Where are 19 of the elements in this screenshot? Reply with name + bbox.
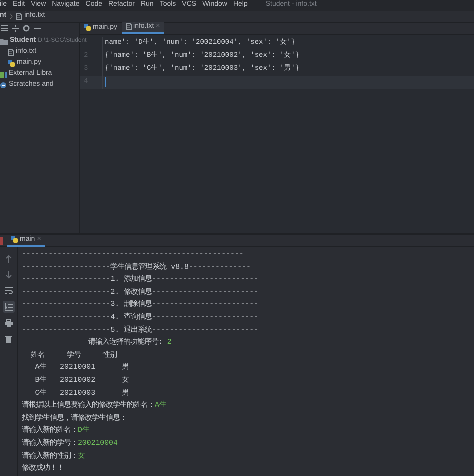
text-cursor <box>105 77 106 88</box>
separator-icon <box>10 13 13 20</box>
text-file-icon <box>126 23 132 30</box>
list-icon[interactable] <box>1 25 8 32</box>
tool-button[interactable] <box>2 333 14 346</box>
tool-button[interactable] <box>2 317 14 330</box>
collapse-icon[interactable] <box>12 25 19 32</box>
python-file-icon <box>84 24 91 32</box>
python-file-icon <box>11 236 18 244</box>
library-icon <box>0 70 7 78</box>
settings-icon[interactable] <box>23 25 30 32</box>
python-file-icon <box>8 60 15 67</box>
text-file-icon <box>8 48 14 56</box>
tool-button[interactable] <box>2 301 14 314</box>
scratch-icon <box>0 82 7 89</box>
panel-edge-icon <box>0 236 3 245</box>
text-file-icon <box>16 13 22 20</box>
folder-icon <box>0 38 8 45</box>
tool-button[interactable] <box>2 285 14 298</box>
